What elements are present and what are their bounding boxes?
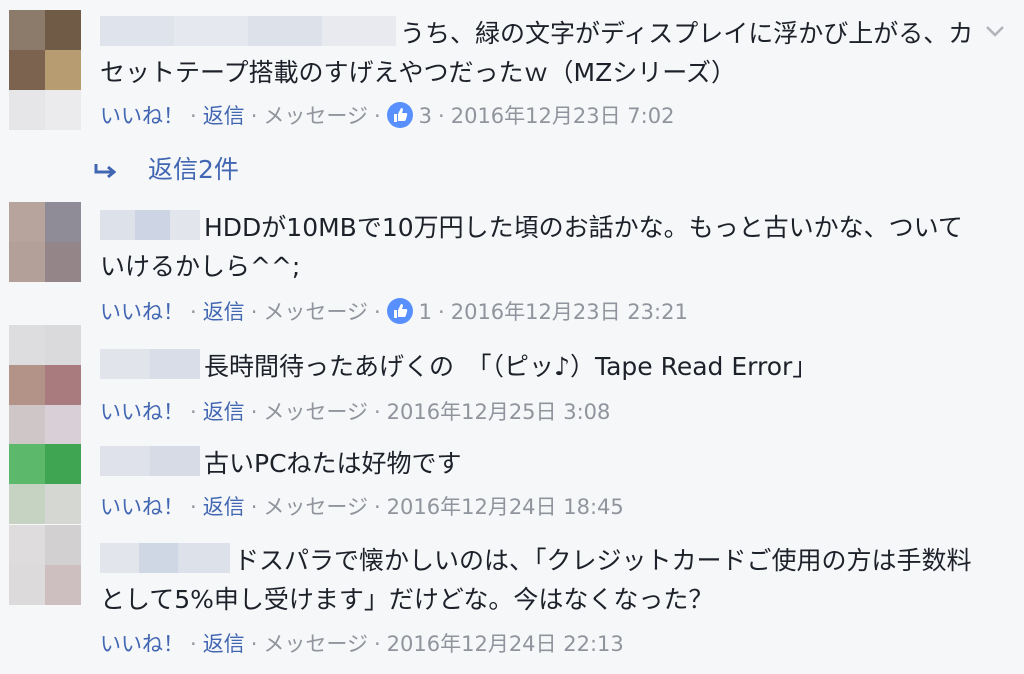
comment-actions: いいね！ · 返信 · メッセージ · 2016年12月24日 18:45 <box>100 491 624 521</box>
message-link[interactable]: メッセージ <box>263 632 368 656</box>
avatar[interactable] <box>9 10 81 130</box>
commenter-name-blurred[interactable] <box>100 543 230 573</box>
reply-link[interactable]: 返信 <box>203 632 245 656</box>
reaction-count[interactable]: 1 <box>419 300 432 324</box>
timestamp[interactable]: 2016年12月23日 7:02 <box>451 104 675 128</box>
like-link[interactable]: いいね！ <box>100 300 184 324</box>
like-link[interactable]: いいね！ <box>100 495 184 519</box>
like-link[interactable]: いいね！ <box>100 104 184 128</box>
chevron-down-icon[interactable] <box>985 24 1005 38</box>
separator: · <box>373 300 381 324</box>
comment-actions: いいね！ · 返信 · メッセージ · 1 · 2016年12月23日 23:21 <box>100 296 688 326</box>
reply-link[interactable]: 返信 <box>203 104 245 128</box>
separator: · <box>373 400 381 424</box>
avatar[interactable] <box>9 444 81 524</box>
message-link[interactable]: メッセージ <box>263 495 368 519</box>
comment-actions: いいね！ · 返信 · メッセージ · 3 · 2016年12月23日 7:02 <box>100 100 674 130</box>
thumbs-up-icon[interactable] <box>386 298 413 324</box>
reply-arrow-icon <box>94 164 117 179</box>
replies-label[interactable]: 返信2件 <box>148 155 239 184</box>
separator: · <box>438 300 445 324</box>
comment-actions: いいね！ · 返信 · メッセージ · 2016年12月25日 3:08 <box>100 396 610 426</box>
commenter-name-blurred[interactable] <box>100 16 396 46</box>
separator: · <box>438 104 445 128</box>
commenter-name-blurred[interactable] <box>100 210 200 240</box>
reply-link[interactable]: 返信 <box>203 495 245 519</box>
comment-text: 長時間待ったあげくの 「（ピッ♪）Tape Read Error」 <box>100 347 980 386</box>
separator: · <box>250 300 258 324</box>
comment-body: 古いPCねたは好物です <box>204 449 462 478</box>
separator: · <box>190 495 197 519</box>
avatar[interactable] <box>9 325 81 445</box>
message-link[interactable]: メッセージ <box>263 300 368 324</box>
commenter-name-blurred[interactable] <box>100 446 200 476</box>
separator: · <box>190 400 197 424</box>
message-link[interactable]: メッセージ <box>263 104 368 128</box>
commenter-name-blurred[interactable] <box>100 349 200 379</box>
view-replies-link[interactable]: 返信2件 <box>92 150 239 186</box>
comment-actions: いいね！ · 返信 · メッセージ · 2016年12月24日 22:13 <box>100 628 624 658</box>
separator: · <box>250 632 258 656</box>
avatar[interactable] <box>9 202 81 282</box>
separator: · <box>250 495 258 519</box>
separator: · <box>373 104 381 128</box>
separator: · <box>190 104 197 128</box>
like-link[interactable]: いいね！ <box>100 400 184 424</box>
reply-link[interactable]: 返信 <box>203 400 245 424</box>
reaction-count[interactable]: 3 <box>419 104 432 128</box>
comment-text: ドスパラで懐かしいのは、「クレジットカードご使用の方は手数料として5%申し受けま… <box>100 541 980 619</box>
comment-body: HDDが10MBで10万円した頃のお話かな。もっと古いかな、ついていけるかしら^… <box>100 213 963 281</box>
separator: · <box>190 632 197 656</box>
separator: · <box>373 495 381 519</box>
thumbs-up-icon[interactable] <box>386 102 413 128</box>
like-link[interactable]: いいね！ <box>100 632 184 656</box>
comment-body: 長時間待ったあげくの 「（ピッ♪）Tape Read Error」 <box>204 352 818 381</box>
separator: · <box>250 104 258 128</box>
timestamp[interactable]: 2016年12月24日 22:13 <box>387 632 624 656</box>
avatar[interactable] <box>9 525 81 605</box>
timestamp[interactable]: 2016年12月25日 3:08 <box>387 400 611 424</box>
comment-body: ドスパラで懐かしいのは、「クレジットカードご使用の方は手数料として5%申し受けま… <box>100 546 972 614</box>
reply-link[interactable]: 返信 <box>203 300 245 324</box>
comment-text: うち、緑の文字がディスプレイに浮かび上がる、カセットテープ搭載のすげえやつだった… <box>100 14 980 92</box>
timestamp[interactable]: 2016年12月23日 23:21 <box>451 300 688 324</box>
separator: · <box>250 400 258 424</box>
separator: · <box>190 300 197 324</box>
comment-text: HDDが10MBで10万円した頃のお話かな。もっと古いかな、ついていけるかしら^… <box>100 208 980 286</box>
message-link[interactable]: メッセージ <box>263 400 368 424</box>
timestamp[interactable]: 2016年12月24日 18:45 <box>387 495 624 519</box>
comment-text: 古いPCねたは好物です <box>100 444 980 483</box>
separator: · <box>373 632 381 656</box>
